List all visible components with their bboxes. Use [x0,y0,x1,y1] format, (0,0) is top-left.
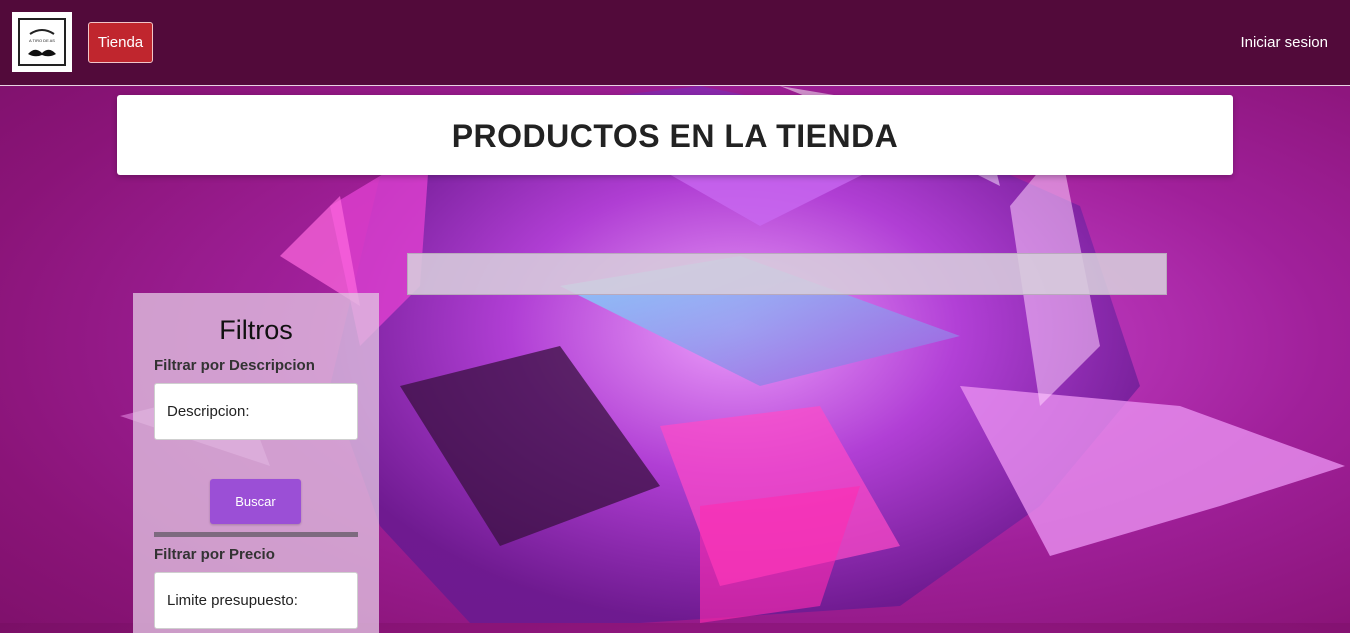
top-navbar: A TIRO DE AS Tienda Iniciar sesion [0,0,1350,86]
filters-divider [154,532,358,537]
logo-text: A TIRO DE AS [29,38,55,43]
filters-panel: Filtros Filtrar por Descripcion Descripc… [133,293,379,633]
page-title-card: PRODUCTOS EN LA TIENDA [117,95,1233,175]
login-link[interactable]: Iniciar sesion [1240,34,1328,51]
filters-title: Filtros [219,315,293,345]
mustache-logo-icon: A TIRO DE AS [28,29,56,57]
price-filter-label: Filtrar por Precio [154,546,275,563]
page-title: PRODUCTOS EN LA TIENDA [451,118,899,154]
brand-logo[interactable]: A TIRO DE AS [12,12,72,72]
search-input[interactable] [407,253,1167,295]
logo-frame: A TIRO DE AS [18,18,66,66]
description-filter-label: Filtrar por Descripcion [154,357,315,374]
store-button[interactable]: Tienda [88,22,153,63]
description-field[interactable]: Descripcion: [154,383,358,440]
search-button[interactable]: Buscar [210,479,301,524]
budget-limit-field[interactable]: Limite presupuesto: [154,572,358,629]
